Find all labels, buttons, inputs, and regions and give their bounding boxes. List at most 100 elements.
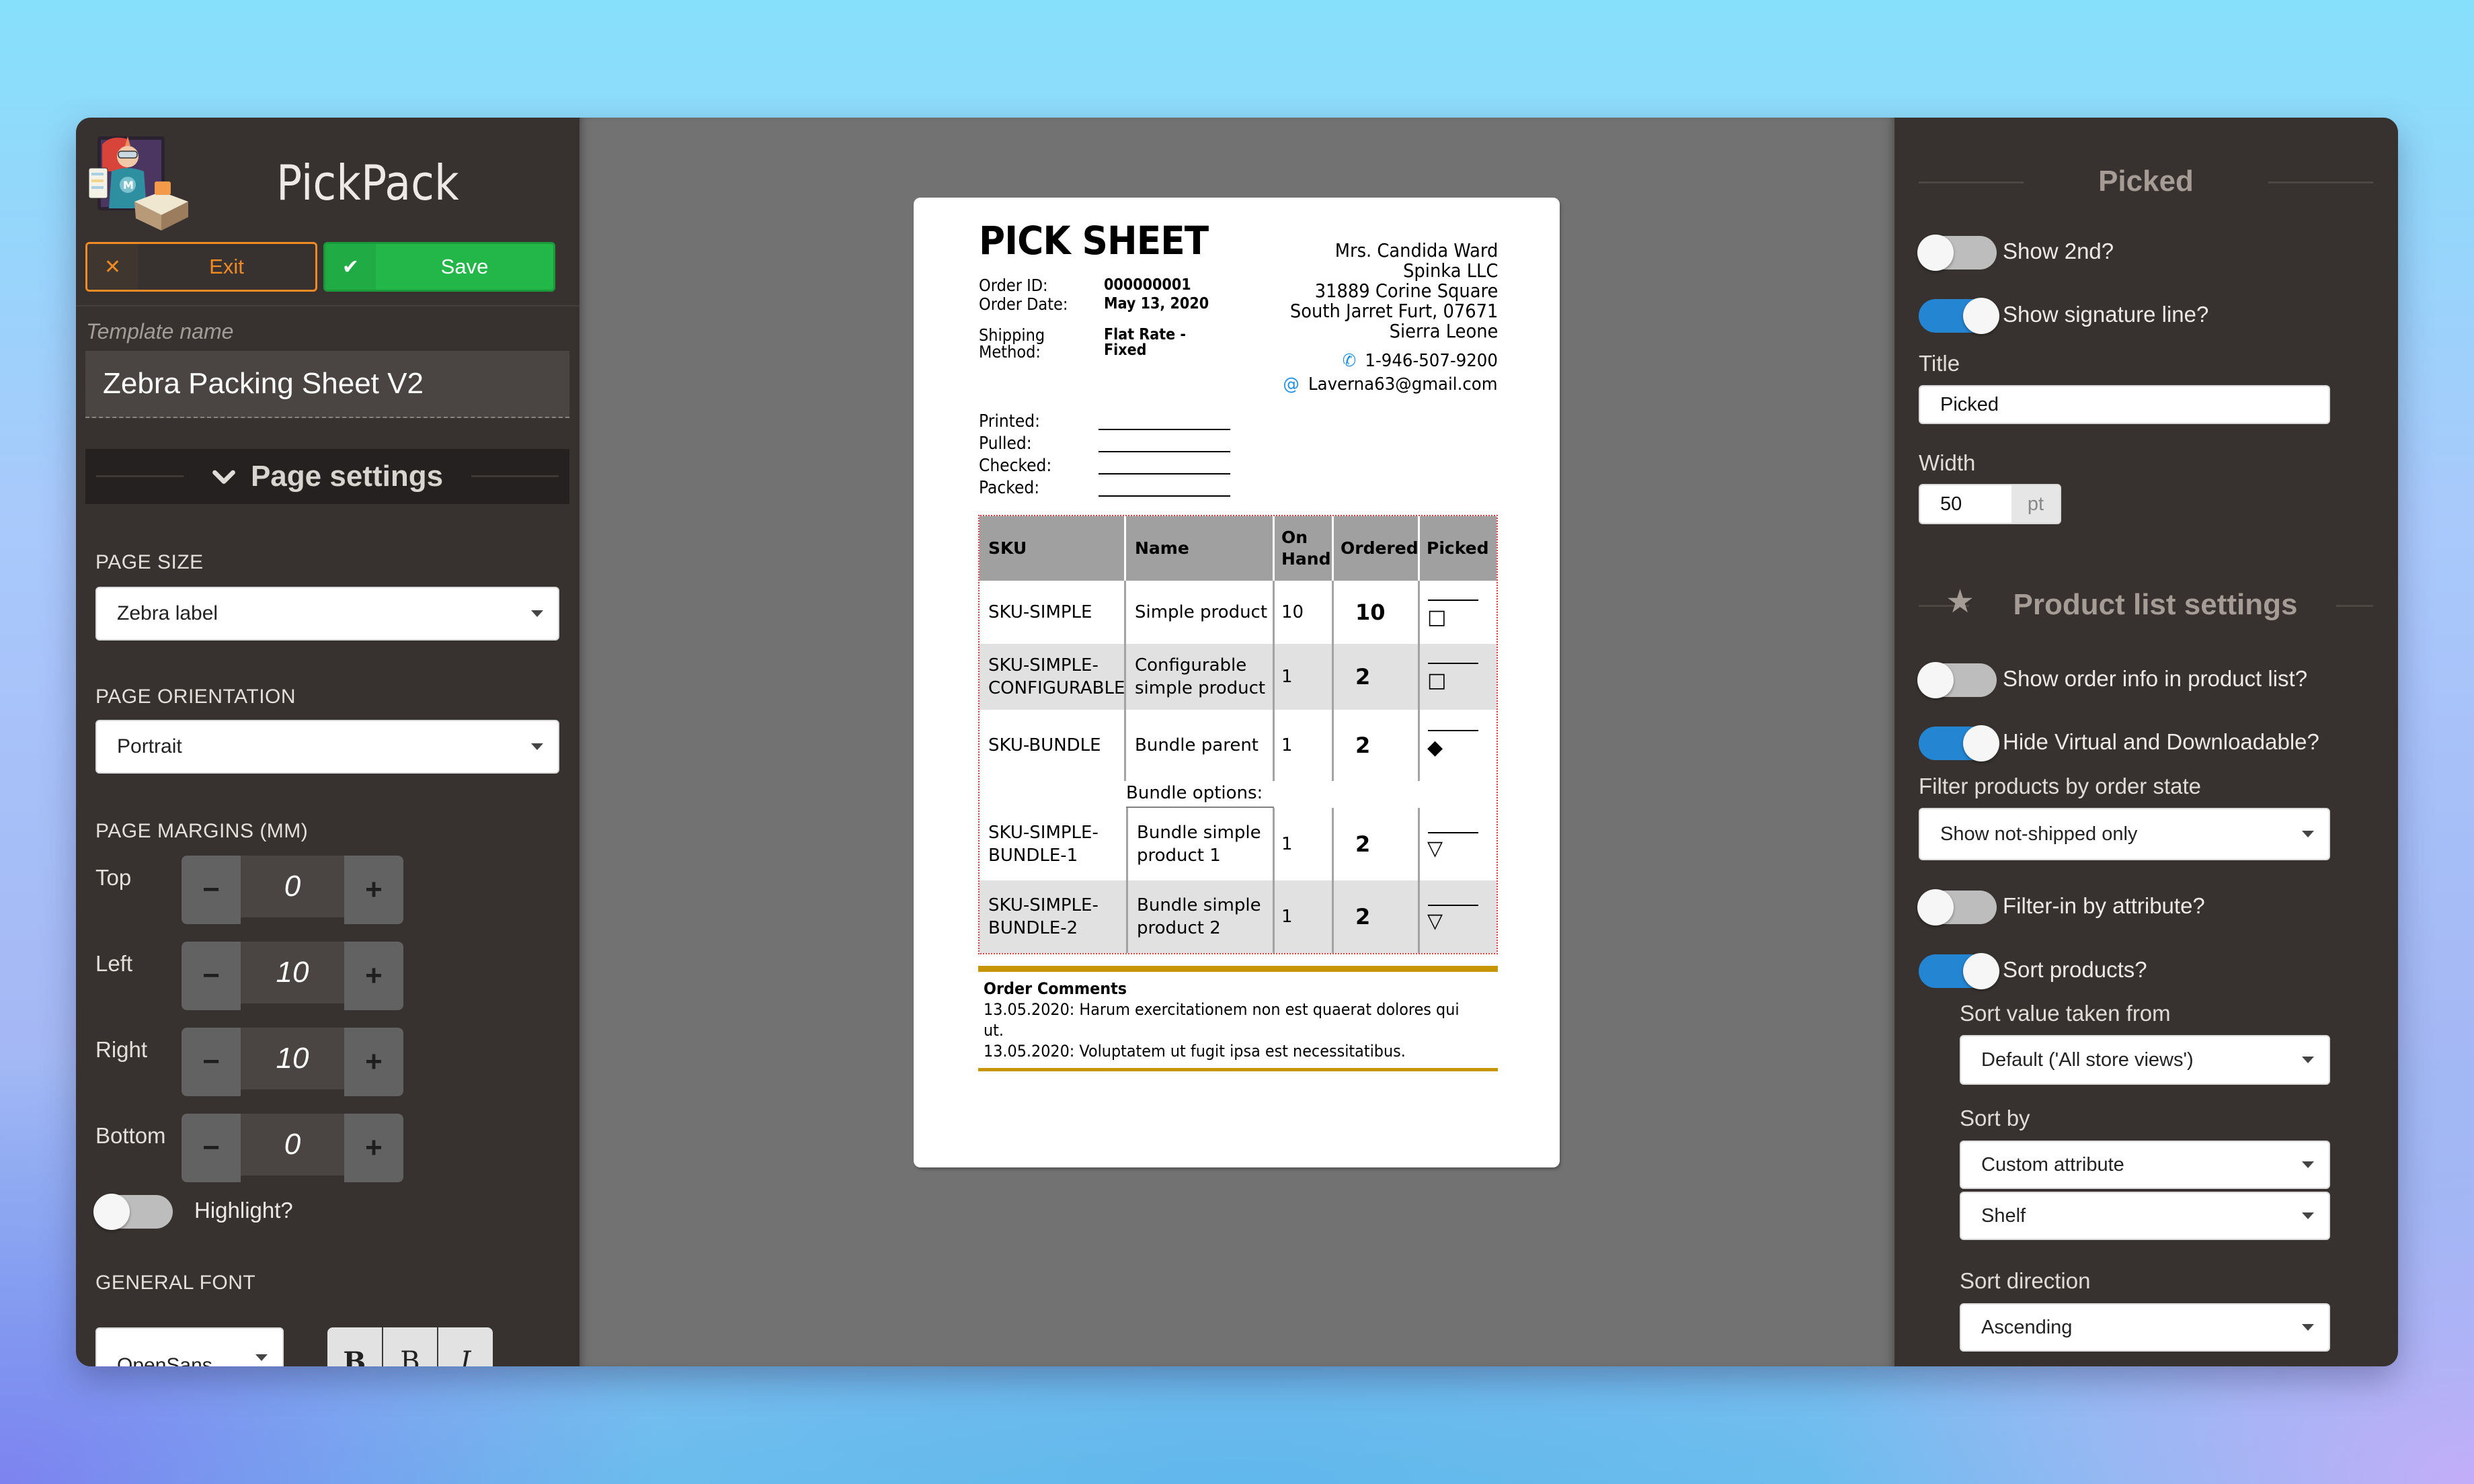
- title-input[interactable]: Picked: [1919, 385, 2330, 424]
- sort-attribute-value: Shelf: [1981, 1204, 2026, 1227]
- show-order-info-toggle[interactable]: [1917, 662, 1997, 698]
- margin-left-stepper: − 10 +: [182, 942, 403, 1010]
- table-row: SKU-BUNDLE Bundle parent 1 2 ◆: [980, 710, 1497, 781]
- decrement-button[interactable]: −: [182, 1114, 241, 1182]
- margin-right-value[interactable]: 10: [241, 1028, 344, 1089]
- filter-attribute-label: Filter-in by attribute?: [2003, 893, 2205, 918]
- margin-left-label: Left: [95, 951, 133, 976]
- increment-button[interactable]: +: [344, 1114, 403, 1182]
- signature-label-printed: Printed:: [979, 411, 1040, 431]
- doc-title: PICK SHEET: [979, 218, 1209, 263]
- caret-down-icon: [2302, 1324, 2314, 1331]
- width-input[interactable]: 50 pt: [1919, 484, 2061, 524]
- increment-button[interactable]: +: [344, 856, 403, 924]
- toggle-knob: [1963, 298, 1999, 334]
- shipping-method-value-2: Fixed: [1104, 341, 1147, 359]
- page-orientation-select[interactable]: Portrait: [95, 720, 559, 774]
- cell-name: Configurable simple product: [1126, 644, 1275, 710]
- caret-down-icon: [531, 743, 543, 750]
- margin-top-value[interactable]: 0: [241, 856, 344, 917]
- signature-line: [1428, 730, 1478, 731]
- cell-sku: SKU-SIMPLE-BUNDLE-1: [988, 823, 1099, 866]
- filter-attribute-toggle[interactable]: [1917, 889, 1997, 925]
- cell-picked: □: [1420, 581, 1497, 644]
- filter-state-select[interactable]: Show not-shipped only: [1919, 808, 2330, 860]
- margin-left-value[interactable]: 10: [241, 942, 344, 1003]
- show-signature-toggle[interactable]: [1919, 298, 1999, 334]
- toggle-knob: [1917, 662, 1954, 698]
- table-row: SKU-SIMPLE-BUNDLE-1 Bundle simple produc…: [980, 808, 1497, 880]
- cell-sku: SKU-SIMPLE-CONFIGURABLE: [980, 644, 1126, 710]
- comments-rule-bottom: [978, 1068, 1498, 1071]
- at-sign-icon: @: [1283, 374, 1300, 395]
- sort-direction-select[interactable]: Ascending: [1960, 1303, 2330, 1352]
- cell-picked: ▽: [1420, 880, 1497, 953]
- decrement-button[interactable]: −: [182, 856, 241, 924]
- page-settings-section-header[interactable]: Page settings: [85, 449, 569, 504]
- margin-top-label: Top: [95, 865, 132, 890]
- caret-down-icon: [531, 610, 543, 617]
- right-settings-panel: Picked Show 2nd? Show signature line? Ti…: [1894, 118, 2398, 1366]
- toggle-knob: [1963, 953, 1999, 989]
- sort-by-select[interactable]: Custom attribute: [1960, 1141, 2330, 1189]
- show-signature-label: Show signature line?: [2003, 302, 2209, 327]
- save-button[interactable]: ✔ Save: [323, 242, 555, 292]
- phone-row: ✆ 1-946-507-9200: [1343, 351, 1498, 371]
- width-label: Width: [1919, 450, 1976, 475]
- sort-by-label: Sort by: [1960, 1106, 2030, 1130]
- table-header-row: SKU Name On Hand Ordered Picked: [980, 516, 1497, 581]
- margin-bottom-value[interactable]: 0: [241, 1114, 344, 1176]
- page-size-select[interactable]: Zebra label: [95, 587, 559, 641]
- order-date-label: Order Date:: [979, 294, 1068, 314]
- general-font-select[interactable]: OpenSans: [95, 1327, 284, 1366]
- font-style-group: B B I: [327, 1327, 493, 1366]
- decrement-button[interactable]: −: [182, 1028, 241, 1096]
- triangle-down-icon: ▽: [1427, 837, 1443, 860]
- hide-virtual-toggle[interactable]: [1919, 725, 1999, 761]
- pickpack-logo: M: [88, 136, 188, 231]
- decrement-button[interactable]: −: [182, 942, 241, 1010]
- col-header-sku: SKU: [980, 516, 1126, 581]
- sort-attribute-select[interactable]: Shelf: [1960, 1192, 2330, 1240]
- checkbox-icon: □: [1427, 669, 1447, 692]
- increment-button[interactable]: +: [344, 1028, 403, 1096]
- increment-button[interactable]: +: [344, 942, 403, 1010]
- email-row: @ Laverna63@gmail.com: [1283, 374, 1498, 395]
- signature-line: [1099, 429, 1230, 430]
- bold-heavy-button[interactable]: B: [327, 1327, 383, 1366]
- cell-ordered: 2: [1334, 710, 1420, 781]
- signature-line: [1428, 663, 1478, 664]
- sort-value-label: Sort value taken from: [1960, 1001, 2171, 1026]
- cell-ordered: 2: [1334, 880, 1420, 953]
- col-header-ordered: Ordered: [1334, 516, 1420, 581]
- margin-bottom-label: Bottom: [95, 1123, 166, 1148]
- sort-value-select[interactable]: Default ('All store views'): [1960, 1035, 2330, 1085]
- cell-picked: ◆: [1420, 710, 1497, 781]
- address-line: Sierra Leone: [1389, 320, 1498, 342]
- cell-sku: SKU-SIMPLE: [980, 581, 1126, 644]
- signature-line: [1428, 832, 1478, 833]
- comment-line: 13.05.2020: Voluptatem ut fugit ipsa est…: [984, 1042, 1406, 1061]
- cell-on-hand: 1: [1275, 880, 1334, 953]
- address-line: South Jarret Furt, 07671: [1289, 300, 1498, 322]
- address-line: Mrs. Candida Ward: [1334, 239, 1498, 261]
- sort-direction-value: Ascending: [1981, 1316, 2073, 1338]
- exit-button[interactable]: ✕ Exit: [85, 242, 317, 292]
- caret-down-icon: [2302, 1161, 2314, 1168]
- col-header-on-hand: On Hand: [1275, 516, 1334, 581]
- page-margins-label: PAGE MARGINS (MM): [95, 820, 309, 842]
- app-window: M PickPack ✕ Exit ✔ Save Template name Z…: [76, 118, 2398, 1366]
- show-2nd-toggle[interactable]: [1917, 235, 1997, 271]
- sort-products-toggle[interactable]: [1919, 953, 1999, 989]
- highlight-toggle[interactable]: [93, 1194, 173, 1230]
- template-name-input[interactable]: Zebra Packing Sheet V2: [85, 351, 569, 418]
- page-orientation-value: Portrait: [117, 735, 182, 757]
- checkmark-icon: ✔: [325, 244, 376, 290]
- width-unit: pt: [2011, 485, 2060, 523]
- width-value: 50: [1940, 493, 1962, 515]
- bold-button[interactable]: B: [383, 1327, 439, 1366]
- italic-button[interactable]: I: [438, 1327, 493, 1366]
- bundle-diamond-icon: ◆: [1427, 736, 1443, 759]
- svg-text:M: M: [123, 179, 134, 192]
- section-divider-line: [2336, 605, 2373, 607]
